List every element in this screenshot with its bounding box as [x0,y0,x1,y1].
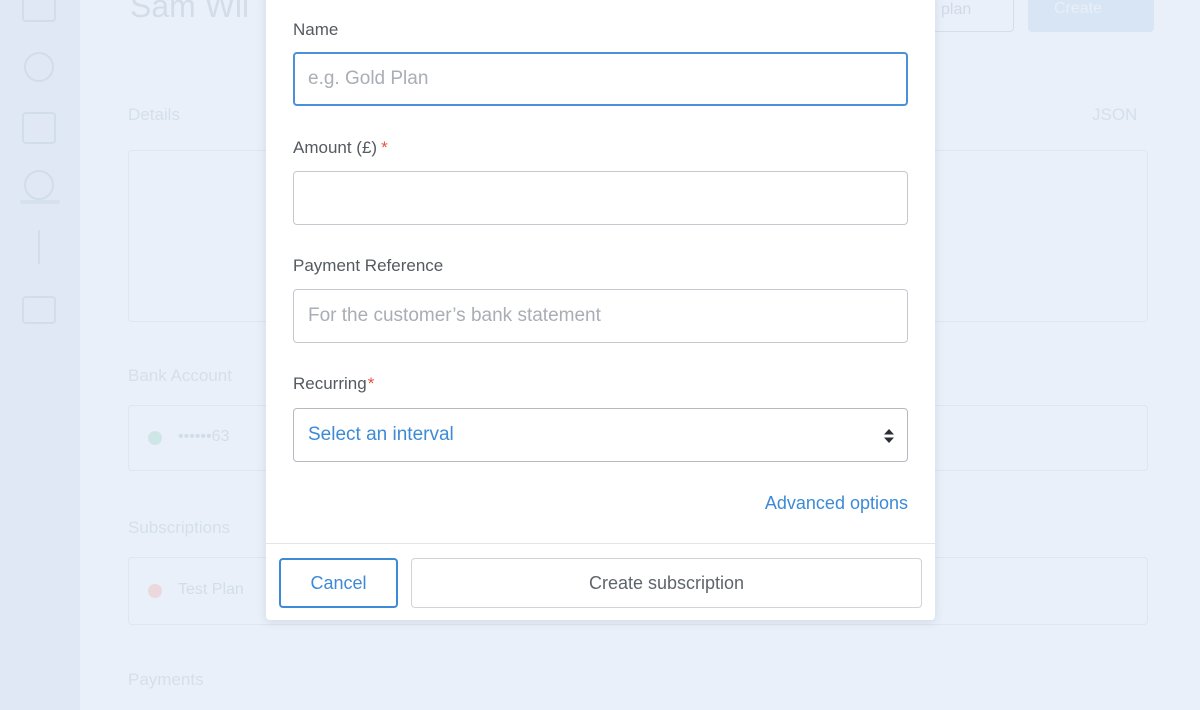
amount-label: Amount (£) * [293,138,388,158]
advanced-options-link[interactable]: Advanced options [765,493,908,514]
required-marker: * [381,138,388,157]
subscriptions-icon[interactable] [24,170,54,200]
recurring-selected-value: Select an interval [308,424,454,445]
name-label: Name [293,20,338,40]
divider-icon [38,230,40,264]
payment-reference-input[interactable] [293,289,908,343]
recurring-label: Recurring* [293,374,374,394]
customers-icon[interactable] [22,0,56,22]
bank-account-mask: ••••••63 [178,428,230,445]
recurring-label-text: Recurring [293,374,367,393]
select-updown-icon [884,429,894,443]
create-subscription-modal: Name Amount (£)* Payment Reference Recur… [266,0,935,620]
payments-icon[interactable] [24,52,54,82]
name-label-text: Name [293,20,339,39]
name-input[interactable] [293,52,908,106]
sidebar-caption [20,200,60,204]
cancel-button[interactable]: Cancel [279,558,398,608]
subscriptions-heading: Subscriptions [128,518,231,537]
create-subscription-button[interactable]: Create subscription [411,558,922,608]
subscription-name: Test Plan [178,581,244,598]
customer-title: Sam Wil [130,0,250,24]
required-marker: * [367,374,375,393]
details-heading: Details [128,105,180,124]
payment-reference-label: Payment Reference [293,256,443,276]
settings-icon[interactable] [22,296,56,324]
bank-accounts-heading: Bank Account [128,366,232,385]
app-sidebar [0,0,80,710]
recurring-interval-select[interactable]: Select an interval [293,408,908,462]
footer-divider [266,543,935,544]
json-link[interactable]: JSON [1092,105,1137,125]
payments-heading: Payments [128,670,204,689]
payment-reference-label-text: Payment Reference [293,256,444,275]
create-button[interactable]: Create [1028,0,1154,32]
amount-input[interactable] [293,171,908,225]
amount-label-text: Amount (£) [293,138,378,157]
status-dot [148,584,162,598]
status-dot [148,431,162,445]
calendar-icon[interactable] [22,112,56,144]
